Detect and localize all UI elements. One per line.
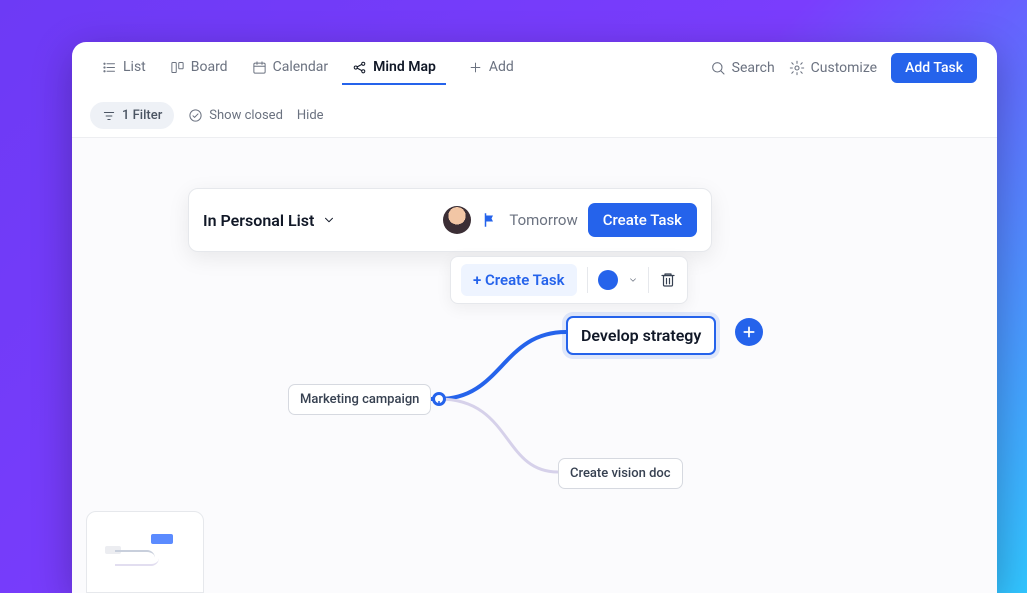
- filter-bar: 1 Filter Show closed Hide: [72, 94, 997, 138]
- node-label: Develop strategy: [581, 326, 701, 345]
- filter-count-label: 1 Filter: [122, 108, 162, 123]
- node-color-picker[interactable]: [598, 270, 618, 290]
- show-closed-label: Show closed: [209, 108, 283, 123]
- tab-label: Add: [489, 59, 514, 75]
- new-task-card: In Personal List Tomorrow Create Task: [188, 188, 712, 252]
- tab-calendar[interactable]: Calendar: [242, 51, 339, 85]
- node-root[interactable]: Marketing campaign: [288, 384, 431, 415]
- create-task-label: Create Task: [603, 211, 682, 229]
- node-create-vision-doc[interactable]: Create vision doc: [558, 458, 683, 489]
- hide-button[interactable]: Hide: [297, 108, 324, 123]
- due-date-label[interactable]: Tomorrow: [509, 211, 577, 229]
- show-closed-toggle[interactable]: Show closed: [188, 108, 283, 123]
- list-icon: [102, 60, 117, 75]
- gear-icon: [789, 60, 805, 76]
- add-task-button[interactable]: Add Task: [891, 53, 977, 83]
- calendar-icon: [252, 60, 267, 75]
- tab-list[interactable]: List: [92, 51, 156, 85]
- node-junction[interactable]: [432, 392, 446, 406]
- node-label: Marketing campaign: [300, 392, 419, 407]
- node-develop-strategy[interactable]: Develop strategy: [566, 316, 716, 355]
- tab-mind-map[interactable]: Mind Map: [342, 51, 446, 85]
- customize-button[interactable]: Customize: [789, 60, 877, 76]
- add-task-label: Add Task: [905, 60, 963, 76]
- app-window: List Board Calendar Mind Map Add: [72, 42, 997, 593]
- create-task-button[interactable]: Create Task: [588, 203, 697, 237]
- priority-flag-icon[interactable]: [481, 211, 499, 229]
- tab-label: Board: [191, 59, 228, 75]
- node-toolbar: + Create Task: [450, 256, 688, 304]
- check-circle-icon: [188, 108, 203, 123]
- list-selector[interactable]: In Personal List: [203, 211, 336, 230]
- mindmap-icon: [352, 60, 367, 75]
- tab-board[interactable]: Board: [160, 51, 238, 85]
- board-icon: [170, 60, 185, 75]
- search-button[interactable]: Search: [710, 60, 775, 76]
- customize-label: Customize: [811, 60, 877, 76]
- trash-icon[interactable]: [659, 271, 677, 289]
- tab-label: List: [123, 59, 146, 75]
- view-tools: Search Customize Add Task: [710, 53, 977, 83]
- assignee-avatar[interactable]: [443, 206, 471, 234]
- plus-icon: [468, 60, 483, 75]
- chevron-down-icon: [322, 213, 336, 227]
- create-chip-label: + Create Task: [473, 271, 565, 289]
- search-icon: [710, 60, 726, 76]
- chevron-down-icon[interactable]: [628, 275, 638, 285]
- add-child-node-button[interactable]: [735, 318, 763, 346]
- view-tabs: List Board Calendar Mind Map Add: [92, 51, 524, 85]
- tab-add-view[interactable]: Add: [458, 51, 524, 85]
- minimap[interactable]: [86, 511, 204, 593]
- tab-label: Calendar: [273, 59, 329, 75]
- tab-label: Mind Map: [373, 59, 436, 75]
- minimap-edge: [115, 552, 159, 566]
- filter-count-pill[interactable]: 1 Filter: [90, 102, 174, 129]
- plus-icon: [742, 325, 756, 339]
- hide-label: Hide: [297, 108, 324, 123]
- filter-icon: [102, 109, 116, 123]
- divider: [648, 267, 649, 293]
- divider: [587, 267, 588, 293]
- node-label: Create vision doc: [570, 466, 671, 481]
- list-label-text: In Personal List: [203, 211, 314, 230]
- view-tabs-row: List Board Calendar Mind Map Add: [72, 42, 997, 94]
- search-label: Search: [732, 60, 775, 76]
- create-task-chip[interactable]: + Create Task: [461, 264, 577, 296]
- minimap-selected-node: [151, 534, 173, 544]
- mindmap-canvas[interactable]: In Personal List Tomorrow Create Task + …: [72, 138, 997, 593]
